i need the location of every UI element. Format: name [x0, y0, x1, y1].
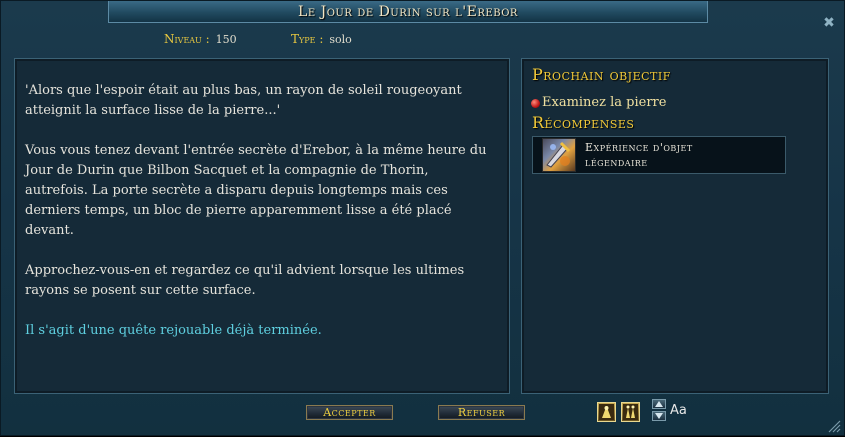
reward-label-line: légendaire	[585, 156, 648, 169]
objective-text: Examinez la pierre	[542, 95, 667, 110]
reward-item[interactable]: Expérience d'objet légendaire	[532, 136, 786, 174]
quest-description: 'Alors que l'espoir était au plus bas, u…	[25, 81, 495, 361]
font-size-down-icon[interactable]	[652, 411, 666, 421]
type-info: Type : solo	[291, 32, 352, 46]
window-title: Le Jour de Durin sur l'Erebor	[298, 4, 518, 20]
objective-bullet-icon	[531, 98, 540, 108]
objective-item[interactable]: Examinez la pierre	[531, 95, 666, 111]
type-value: solo	[329, 33, 352, 46]
title-bar[interactable]: Le Jour de Durin sur l'Erebor	[108, 1, 708, 23]
level-value: 150	[215, 33, 237, 46]
resize-grip-icon[interactable]	[827, 418, 841, 433]
description-panel[interactable]: 'Alors que l'espoir était au plus bas, u…	[14, 58, 510, 394]
legendary-item-xp-icon	[542, 138, 576, 172]
share-quest-icon[interactable]	[621, 402, 640, 422]
description-paragraph: Approchez-vous-en et regardez ce qu'il a…	[25, 263, 465, 298]
next-objective-header: Prochain objectif	[532, 65, 671, 84]
reward-label-line: Expérience d'objet	[585, 141, 693, 154]
description-paragraph: Vous vous tenez devant l'entrée secrète …	[25, 143, 487, 238]
refuse-button[interactable]: Refuser	[438, 405, 525, 420]
level-label: Niveau :	[164, 32, 210, 46]
type-label: Type :	[291, 32, 324, 46]
font-size-up-icon[interactable]	[652, 399, 666, 409]
quest-window: Le Jour de Durin sur l'Erebor ✖ Niveau :…	[0, 0, 845, 436]
accept-button[interactable]: Accepter	[306, 405, 393, 420]
rewards-header: Récompenses	[532, 113, 635, 132]
objectives-panel: Prochain objectif Examinez la pierre Réc…	[521, 58, 829, 394]
replay-note: Il s'agit d'une quête rejouable déjà ter…	[25, 323, 322, 338]
close-icon[interactable]: ✖	[822, 16, 836, 30]
reward-label: Expérience d'objet légendaire	[585, 140, 693, 170]
track-quest-icon[interactable]	[597, 402, 616, 422]
level-info: Niveau : 150	[164, 32, 237, 46]
font-size-label: Aa	[670, 403, 687, 418]
description-paragraph: 'Alors que l'espoir était au plus bas, u…	[25, 83, 462, 118]
